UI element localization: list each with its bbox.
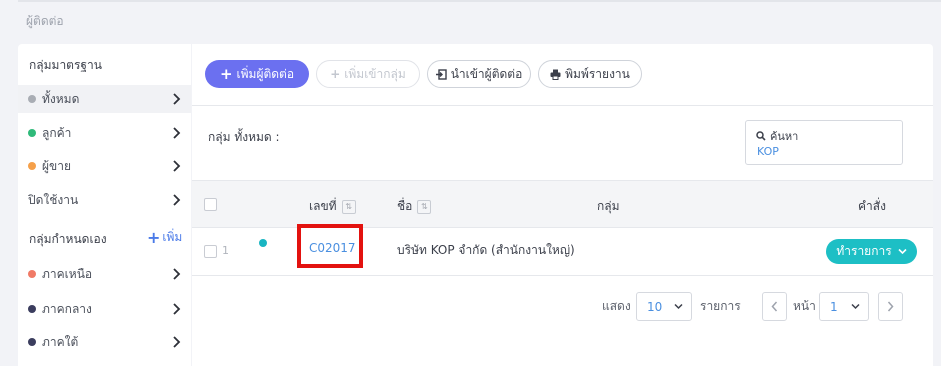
chevron-right-icon [173, 127, 181, 139]
chevron-down-icon [851, 303, 860, 310]
column-name-label: ชื่อ [397, 199, 413, 213]
page-select[interactable]: 1 [819, 292, 869, 321]
page-value: 1 [830, 299, 838, 314]
plus-icon: + [330, 67, 341, 81]
search-input[interactable]: ค้นหา KOP [745, 120, 903, 165]
row-action-label: ทำรายการ [836, 244, 892, 258]
chevron-down-icon [674, 303, 683, 310]
status-dot [259, 239, 267, 247]
column-actions: คำสั่ง [858, 199, 886, 213]
prev-page-button[interactable] [762, 292, 787, 321]
column-code[interactable]: เลขที่ ⇅ [309, 197, 356, 216]
sort-icon[interactable]: ⇅ [417, 199, 432, 214]
sidebar-item-label: ทั้งหมด [42, 91, 80, 106]
sidebar-item-label: ปิดใช้งาน [28, 192, 79, 207]
custom-groups-heading: กลุ่มกำหนดเอง [29, 232, 107, 246]
per-page-select[interactable]: 10 [636, 292, 692, 321]
status-dot [28, 270, 36, 278]
contacts-panel: + เพิ่มผู้ติดต่อ + เพิ่มเข้ากลุ่ม นำเข้า… [192, 44, 933, 366]
chevron-right-icon [173, 268, 181, 280]
sidebar-item-vendors[interactable]: ผู้ขาย [18, 152, 191, 180]
status-dot [28, 129, 36, 137]
row-checkbox[interactable] [204, 245, 217, 258]
next-page-button[interactable] [878, 292, 903, 321]
row-action-button[interactable]: ทำรายการ [826, 239, 917, 264]
current-group-label: กลุ่ม ทั้งหมด : [208, 130, 280, 144]
search-value: KOP [757, 145, 779, 158]
import-contacts-label: นำเข้าผู้ติดต่อ [450, 66, 523, 81]
sidebar-item-label: ภาคเหนือ [42, 266, 93, 281]
page-title: ผู้ติดต่อ [26, 14, 64, 28]
sidebar-item-label: ภาคกลาง [42, 301, 92, 316]
import-contacts-button[interactable]: นำเข้าผู้ติดต่อ [427, 60, 531, 88]
toolbar: + เพิ่มผู้ติดต่อ + เพิ่มเข้ากลุ่ม นำเข้า… [192, 44, 933, 106]
status-dot [28, 162, 36, 170]
standard-groups-heading: กลุ่มมาตรฐาน [29, 58, 102, 72]
column-code-label: เลขที่ [309, 199, 337, 213]
sort-icon[interactable]: ⇅ [341, 199, 356, 214]
add-to-group-label: เพิ่มเข้ากลุ่ม [344, 66, 406, 81]
sidebar-item-central[interactable]: ภาคกลาง [18, 295, 191, 323]
show-label: แสดง [602, 298, 631, 313]
add-to-group-button[interactable]: + เพิ่มเข้ากลุ่ม [316, 60, 420, 88]
chevron-right-icon [173, 194, 181, 206]
sidebar-item-north[interactable]: ภาคเหนือ [18, 260, 191, 288]
items-label: รายการ [700, 298, 741, 313]
plus-icon: + [147, 227, 161, 247]
chevron-right-icon [173, 160, 181, 172]
column-name[interactable]: ชื่อ ⇅ [397, 197, 432, 216]
search-icon [756, 131, 766, 141]
group-sidebar: กลุ่มมาตรฐาน ทั้งหมด ลูกค้า ผู้ขาย ปิดใช… [18, 44, 191, 366]
add-contact-label: เพิ่มผู้ติดต่อ [236, 66, 295, 81]
sidebar-item-label: ลูกค้า [42, 125, 72, 140]
sidebar-item-disabled[interactable]: ปิดใช้งาน [18, 186, 191, 214]
sidebar-item-label: ผู้ขาย [42, 158, 72, 173]
select-all-checkbox[interactable] [204, 198, 217, 211]
status-dot [28, 305, 36, 313]
add-group-label: เพิ่ม [162, 230, 183, 244]
import-icon [435, 68, 447, 80]
status-dot [28, 95, 36, 103]
chevron-right-icon [173, 303, 181, 315]
row-index: 1 [222, 244, 229, 257]
print-report-label: พิมพ์รายงาน [565, 66, 630, 81]
print-report-button[interactable]: พิมพ์รายงาน [538, 60, 642, 88]
search-label: ค้นหา [770, 130, 799, 143]
sidebar-item-south[interactable]: ภาคใต้ [18, 328, 191, 356]
chevron-right-icon [887, 301, 894, 312]
status-dot [28, 338, 36, 346]
sidebar-item-customers[interactable]: ลูกค้า [18, 119, 191, 147]
chevron-left-icon [771, 301, 778, 312]
contact-name: บริษัท KOP จำกัด (สำนักงานใหญ่) [397, 243, 575, 257]
highlight-box [297, 224, 363, 268]
top-divider [18, 0, 941, 2]
column-group: กลุ่ม [597, 199, 620, 213]
chevron-down-icon [898, 248, 907, 255]
chevron-right-icon [173, 336, 181, 348]
search-label-wrap: ค้นหา [756, 127, 798, 145]
add-contact-button[interactable]: + เพิ่มผู้ติดต่อ [205, 60, 309, 88]
chevron-right-icon [173, 93, 181, 105]
per-page-value: 10 [647, 299, 663, 314]
sidebar-item-label: ภาคใต้ [42, 334, 79, 349]
page-label: หน้า [793, 298, 816, 313]
printer-icon [550, 69, 561, 80]
sidebar-item-all[interactable]: ทั้งหมด [18, 85, 191, 113]
add-group-button[interactable]: + เพิ่ม [147, 228, 182, 247]
plus-icon: + [219, 65, 233, 83]
table-header: เลขที่ ⇅ ชื่อ ⇅ กลุ่ม คำสั่ง [192, 180, 933, 228]
